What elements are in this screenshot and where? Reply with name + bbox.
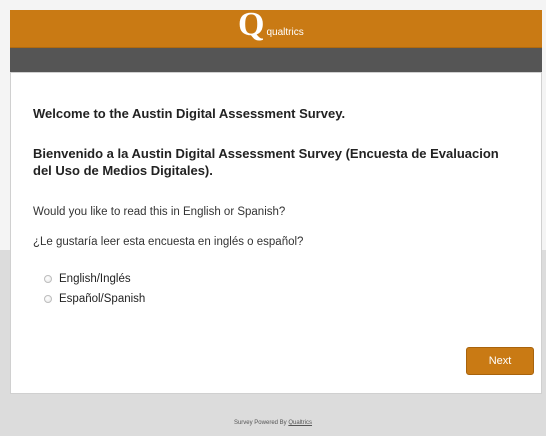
option-label-spanish: Español/Spanish: [59, 293, 146, 305]
next-button[interactable]: Next: [466, 347, 534, 375]
radio-button-english[interactable]: [44, 275, 52, 283]
progress-bar-area: [10, 48, 542, 72]
radio-button-spanish[interactable]: [44, 295, 52, 303]
option-spanish[interactable]: Español/Spanish: [44, 293, 145, 305]
survey-page: Q qualtrics Welcome to the Austin Digita…: [0, 0, 546, 436]
header-bar: Q qualtrics: [10, 5, 542, 48]
question-card: Welcome to the Austin Digital Assessment…: [10, 72, 542, 394]
question-text-english: Would you like to read this in English o…: [33, 206, 286, 218]
qualtrics-link[interactable]: Qualtrics: [288, 420, 312, 426]
background-top: [0, 0, 546, 10]
welcome-heading-spanish: Bienvenido a la Austin Digital Assessmen…: [33, 146, 499, 178]
footer-text: Survey Powered By: [233, 420, 287, 426]
question-text-spanish: ¿Le gustaría leer esta encuesta en inglé…: [33, 236, 304, 248]
qualtrics-logo: Q qualtrics: [238, 5, 304, 47]
welcome-heading: Welcome to the Austin Digital Assessment…: [33, 106, 346, 121]
option-label-english: English/Inglés: [59, 273, 131, 285]
logo-letter: Q: [238, 5, 265, 43]
option-english[interactable]: English/Inglés: [44, 273, 131, 285]
footer: Survey Powered By Qualtrics: [0, 420, 546, 426]
logo-text: qualtrics: [266, 27, 304, 38]
